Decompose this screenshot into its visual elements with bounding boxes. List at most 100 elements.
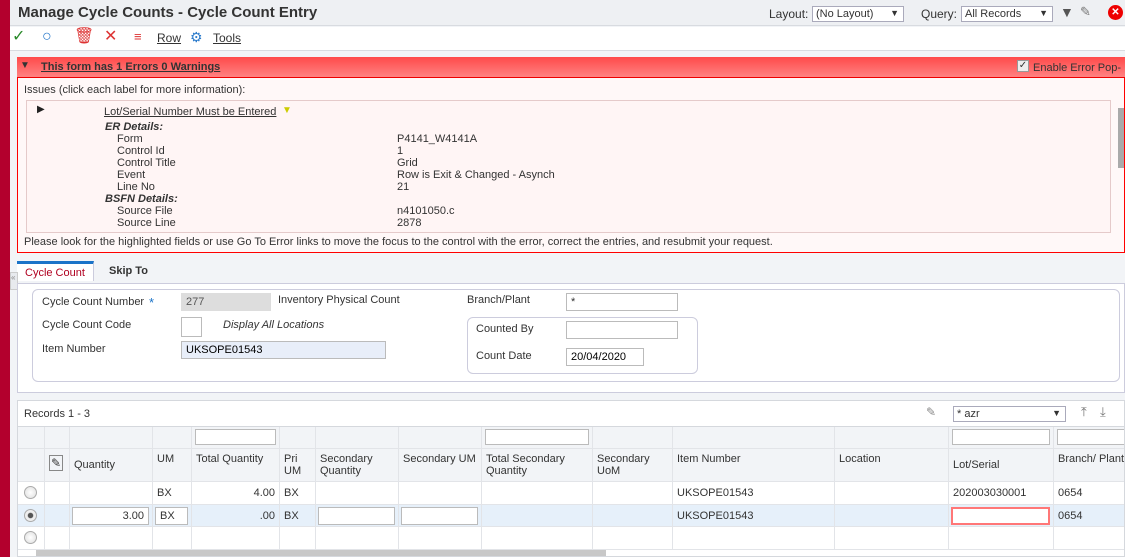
column-filter-input[interactable] <box>195 429 276 445</box>
chevron-down-icon: ▼ <box>890 8 899 18</box>
grid-input[interactable]: 3.00 <box>72 507 149 525</box>
layout-select[interactable]: (No Layout) ▼ <box>812 6 904 22</box>
import-icon[interactable]: ⤓ <box>1100 404 1106 420</box>
cycle-count-code-field[interactable] <box>181 317 202 337</box>
grid-value <box>953 529 1049 532</box>
grid-cell: 202003030001 <box>949 482 1054 505</box>
count-date-label: Count Date <box>476 350 532 362</box>
grid-value: UKSOPE01543 <box>677 487 754 499</box>
grid-input[interactable] <box>318 507 395 525</box>
column-header[interactable]: Pri UM <box>280 449 316 482</box>
column-header[interactable]: Location <box>835 449 949 482</box>
error-summary-link[interactable]: This form has 1 Errors 0 Warnings <box>41 61 220 73</box>
grid-cell <box>482 505 593 527</box>
counted-by-field[interactable] <box>566 321 678 339</box>
gear-icon[interactable]: ⚙ <box>190 27 203 47</box>
item-number-field[interactable]: UKSOPE01543 <box>181 341 386 359</box>
grid-cell <box>482 482 593 505</box>
close-icon[interactable]: ✕ <box>1108 5 1123 20</box>
grid-input[interactable] <box>951 507 1050 525</box>
cancel-icon[interactable]: ✕ <box>104 27 117 47</box>
grid-value <box>486 507 588 510</box>
filter-cell <box>192 427 280 449</box>
grid-cell <box>1054 527 1124 550</box>
grid-cell <box>593 505 673 527</box>
search-icon[interactable]: ○ <box>42 27 52 47</box>
tab-skip-to[interactable]: Skip To <box>101 262 156 282</box>
column-header[interactable]: Branch/ Plant <box>1054 449 1124 482</box>
grid-cell <box>835 482 949 505</box>
column-filter-input[interactable] <box>1057 429 1124 445</box>
layout-label: Layout: <box>769 7 809 21</box>
issue-link[interactable]: Lot/Serial Number Must be Entered <box>104 106 276 118</box>
grid-input[interactable] <box>401 507 478 525</box>
row-menu-icon[interactable]: ≡ <box>134 27 142 47</box>
query-value: All Records <box>965 8 1022 20</box>
error-scrollbar[interactable] <box>1118 108 1124 168</box>
grid-input[interactable]: BX <box>155 507 188 525</box>
tab-cycle-count[interactable]: Cycle Count <box>17 261 94 281</box>
grid-cell <box>18 527 45 550</box>
row-select-radio[interactable] <box>24 531 37 544</box>
grid-value <box>839 484 944 487</box>
column-header[interactable]: Secondary UM <box>399 449 482 482</box>
grid-value <box>1058 529 1124 532</box>
chevron-down-icon: ▼ <box>1052 408 1061 418</box>
detail-value: P4141_W4141A <box>397 133 478 145</box>
toolbar: ✓ ○ 🗑 ✕ ≡ Row ⚙ Tools <box>10 27 1125 51</box>
column-header[interactable]: Secondary Quantity <box>316 449 399 482</box>
column-header[interactable]: Lot/Serial <box>949 449 1054 482</box>
grid-value: BX <box>284 510 299 522</box>
filter-cell <box>835 427 949 449</box>
filter-cell <box>316 427 399 449</box>
column-filter-input[interactable] <box>952 429 1050 445</box>
edit-query-icon[interactable]: ✎ <box>1080 4 1091 20</box>
filter-cell <box>70 427 153 449</box>
column-header[interactable]: UM <box>153 449 192 482</box>
counted-by-label: Counted By <box>476 323 534 335</box>
branch-plant-field[interactable]: * <box>566 293 678 311</box>
query-select[interactable]: All Records ▼ <box>961 6 1053 22</box>
tools-menu-button[interactable]: Tools <box>213 31 241 45</box>
delete-trash-icon[interactable]: 🗑 <box>74 27 94 47</box>
grid-value <box>597 507 668 510</box>
grid-value: 202003030001 <box>953 487 1027 499</box>
export-icon[interactable]: ⤒ <box>1081 404 1087 420</box>
grid-value: .00 <box>259 510 275 522</box>
query-label: Query: <box>921 7 958 21</box>
column-filter-input[interactable] <box>485 429 589 445</box>
column-header[interactable]: Quantity <box>70 449 153 482</box>
expand-triangle-icon[interactable]: ▶ <box>37 104 45 115</box>
enable-error-popup-checkbox[interactable]: ✓ <box>1017 60 1029 72</box>
filter-cell <box>482 427 593 449</box>
ok-check-icon[interactable]: ✓ <box>12 27 25 47</box>
detail-key: Source File <box>117 205 173 217</box>
detail-key: Control Title <box>117 157 176 169</box>
grid-settings-icon[interactable]: ✎ <box>49 455 64 471</box>
filter-icon[interactable]: ▼ <box>1060 4 1074 20</box>
row-menu-button[interactable]: Row <box>157 31 181 45</box>
grid-value <box>320 529 394 532</box>
collapse-triangle-icon[interactable]: ▼ <box>20 60 30 71</box>
personalize-grid-icon[interactable]: ✎ <box>926 405 936 419</box>
column-header[interactable]: Total Secondary Quantity <box>482 449 593 482</box>
row-select-radio[interactable] <box>24 486 37 499</box>
grid-cell: UKSOPE01543 <box>673 505 835 527</box>
grid-cell: UKSOPE01543 <box>673 482 835 505</box>
error-panel: Issues (click each label for more inform… <box>17 78 1125 253</box>
grid-cell <box>949 527 1054 550</box>
column-header[interactable]: Total Quantity <box>192 449 280 482</box>
row-select-radio[interactable] <box>24 509 37 522</box>
grid-value <box>486 529 588 532</box>
horizontal-scrollbar[interactable] <box>36 550 606 556</box>
dropdown-triangle-icon[interactable]: ▼ <box>282 105 292 116</box>
column-header[interactable]: Secondary UoM <box>593 449 673 482</box>
er-details-heading: ER Details: <box>105 121 164 133</box>
grid-cell: 3.00 <box>70 505 153 527</box>
column-header[interactable]: Item Number <box>673 449 835 482</box>
issue-details: ▶ Lot/Serial Number Must be Entered ▼ ER… <box>26 100 1111 233</box>
detail-key: Event <box>117 169 146 181</box>
grid-view-select[interactable]: * azr ▼ <box>953 406 1066 422</box>
detail-key: Control Id <box>117 145 165 157</box>
count-date-field[interactable]: 20/04/2020 <box>566 348 644 366</box>
